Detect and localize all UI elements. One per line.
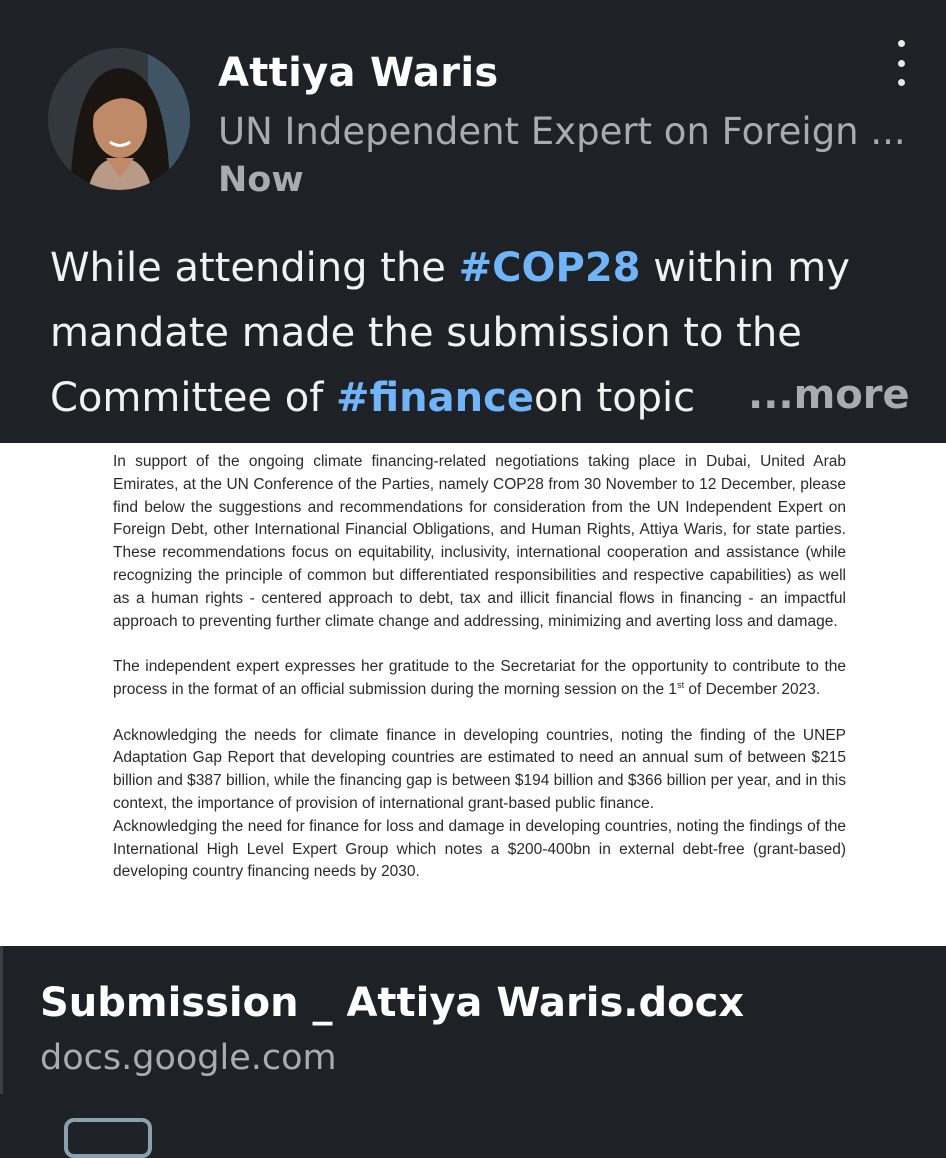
document-text: of December 2023. [684, 680, 821, 698]
card-divider [0, 946, 3, 1094]
document-paragraph: In support of the ongoing climate financ… [113, 453, 846, 630]
post-text-segment: within my [640, 245, 850, 291]
author-headline: UN Independent Expert on Foreign ... [218, 110, 906, 153]
post-text-segment: mandate made the submission to the [50, 310, 802, 356]
post-header: Attiya Waris UN Independent Expert on Fo… [0, 0, 946, 443]
vertical-ellipsis-icon[interactable] [884, 40, 918, 86]
post-text-line: mandate made the submission to the [50, 301, 920, 366]
hashtag-finance[interactable]: #finance [336, 375, 534, 421]
document-preview[interactable]: In support of the ongoing climate financ… [0, 443, 946, 946]
document-body: In support of the ongoing climate financ… [113, 451, 846, 884]
post-text-segment: Committee of [50, 375, 337, 421]
menu-dot [897, 40, 905, 47]
menu-dot [897, 59, 905, 67]
document-paragraph: Acknowledging the need for finance for l… [113, 817, 846, 881]
post-timestamp: Now [218, 160, 304, 200]
author-name[interactable]: Attiya Waris [218, 50, 498, 96]
author-avatar[interactable] [48, 48, 190, 190]
link-card-domain: docs.google.com [40, 1038, 337, 1078]
post-text-truncated-segment: on topic [533, 375, 696, 421]
document-paragraph: The independent expert expresses her gra… [113, 656, 846, 702]
link-card-title[interactable]: Submission _ Attiya Waris.docx [40, 980, 744, 1026]
post-text-line: While attending the #COP28 within my [50, 236, 920, 301]
hashtag-cop28[interactable]: #COP28 [459, 245, 641, 291]
menu-dot [897, 79, 905, 86]
see-more-link[interactable]: ...more [748, 372, 910, 418]
post-text-segment: While attending the [50, 245, 459, 291]
bottom-action-button[interactable] [64, 1118, 152, 1158]
avatar-photo [48, 48, 190, 190]
document-paragraph: Acknowledging the needs for climate fina… [113, 726, 846, 812]
link-card[interactable]: Submission _ Attiya Waris.docx docs.goog… [0, 946, 946, 1094]
